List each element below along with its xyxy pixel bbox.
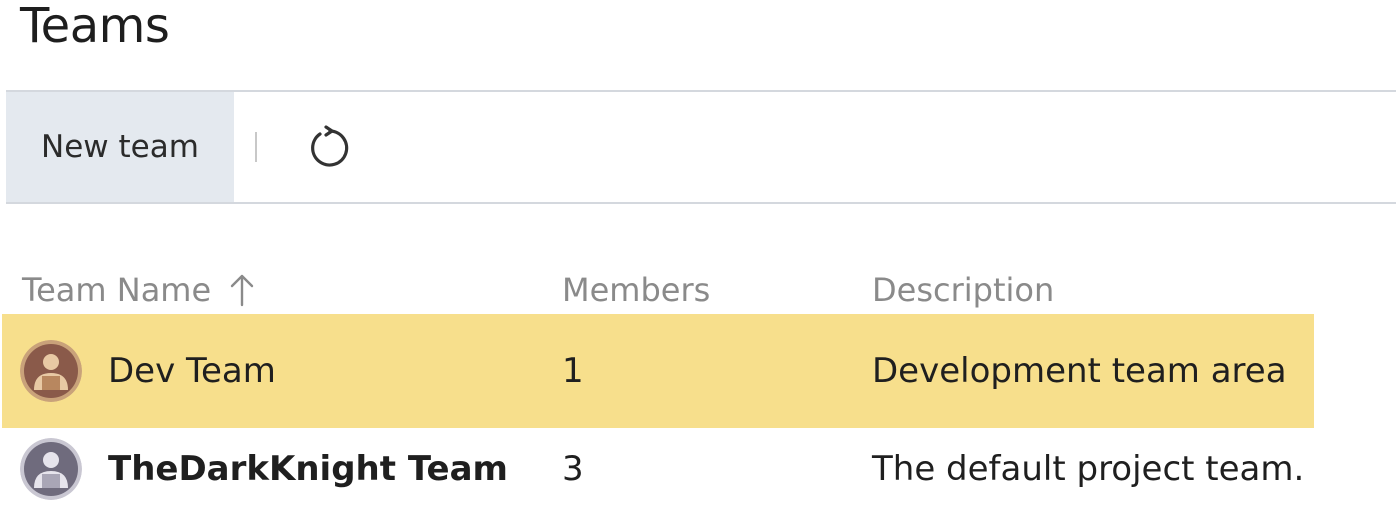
table-row[interactable]: Dev Team 1 Development team area	[2, 314, 1314, 428]
new-team-button[interactable]: New team	[6, 92, 234, 202]
team-description: Development team area	[872, 351, 1287, 391]
page-title: Teams	[20, 0, 170, 54]
team-description: The default project team.	[872, 449, 1305, 489]
toolbar: New team	[6, 90, 1396, 204]
table-row[interactable]: TheDarkKnight Team 3 The default project…	[2, 426, 1314, 506]
team-avatar-icon	[20, 438, 82, 500]
members-count: 1	[562, 351, 584, 391]
column-header-team-name[interactable]: Team Name	[22, 266, 255, 314]
teams-page: Teams New team Team Name Members Descrip…	[0, 0, 1400, 506]
team-name-cell: TheDarkKnight Team	[20, 426, 508, 506]
toolbar-divider	[255, 132, 257, 162]
column-header-team-name-label: Team Name	[22, 271, 212, 309]
refresh-button[interactable]	[302, 120, 358, 176]
column-header-members[interactable]: Members	[562, 266, 710, 314]
members-count: 3	[562, 449, 584, 489]
column-header-description[interactable]: Description	[872, 266, 1054, 314]
team-avatar-icon	[20, 340, 82, 402]
team-name: TheDarkKnight Team	[108, 449, 508, 489]
team-name: Dev Team	[108, 351, 276, 391]
table-header: Team Name Members Description	[0, 266, 1400, 314]
arrow-up-icon	[230, 274, 254, 307]
refresh-icon	[311, 125, 349, 167]
team-name-cell: Dev Team	[20, 314, 276, 428]
